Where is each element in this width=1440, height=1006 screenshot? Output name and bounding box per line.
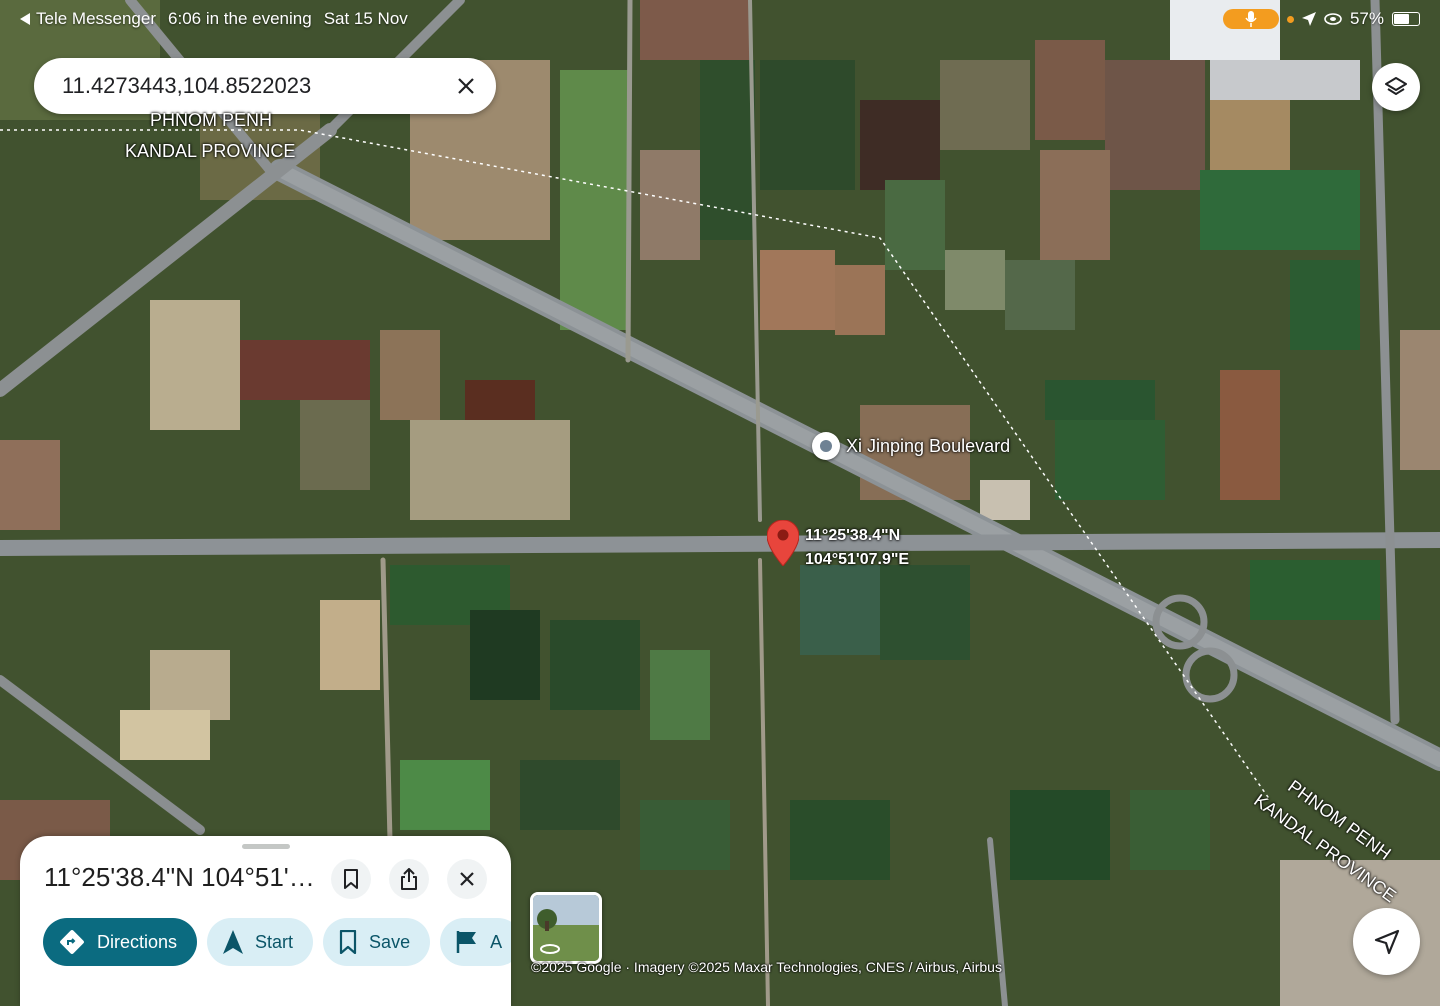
- pin-coordinates: 11°25'38.4"N 104°51'07.9"E: [805, 524, 909, 572]
- save-label: Save: [369, 931, 411, 952]
- back-triangle-icon: [20, 13, 30, 25]
- battery-icon: [1392, 12, 1420, 26]
- bookmark-button[interactable]: [331, 859, 371, 899]
- location-arrow-icon: [1301, 12, 1316, 26]
- street-view-thumbnail[interactable]: [530, 892, 602, 964]
- navigation-arrow-icon: [223, 930, 244, 954]
- poi-marker-icon: [812, 432, 840, 460]
- mic-indicator: [1222, 9, 1279, 29]
- save-button[interactable]: Save: [323, 918, 431, 966]
- search-bar[interactable]: 11.4273443,104.8522023: [34, 58, 496, 114]
- sheet-drag-handle[interactable]: [242, 844, 290, 849]
- battery-percent: 57%: [1349, 9, 1384, 28]
- navigation-icon: [1374, 929, 1399, 954]
- layers-icon: [1385, 77, 1407, 95]
- boundary-label-top-2: KANDAL PROVINCE: [125, 141, 296, 161]
- bookmark-icon: [339, 930, 357, 954]
- directions-label: Directions: [97, 931, 178, 952]
- directions-icon: [60, 930, 84, 954]
- layers-button[interactable]: [1372, 63, 1420, 111]
- bookmark-icon: [344, 869, 358, 889]
- share-button[interactable]: [389, 859, 429, 899]
- pin-longitude: 104°51'07.9"E: [805, 551, 910, 568]
- back-app-link[interactable]: Tele Messenger: [20, 9, 156, 29]
- pin-latitude: 11°25'38.4"N: [805, 527, 901, 544]
- dropped-pin-icon[interactable]: [767, 520, 799, 566]
- navigation-button[interactable]: [1353, 908, 1420, 975]
- flag-icon: [456, 931, 477, 953]
- action-chips: Directions Start Save A: [43, 918, 511, 966]
- place-title: 11°25'38.4"N 104°51'0...: [44, 862, 319, 892]
- search-clear-button[interactable]: [446, 66, 486, 106]
- microphone-icon: [1245, 11, 1257, 27]
- add-label-button[interactable]: A: [440, 918, 511, 966]
- orange-dot-icon: [1286, 15, 1294, 23]
- poi-xi-jinping-boulevard[interactable]: Xi Jinping Boulevard: [812, 432, 1010, 460]
- close-icon: [458, 78, 474, 94]
- add-label-label: A: [490, 931, 503, 952]
- start-button[interactable]: Start: [207, 918, 314, 966]
- status-time: 6:06 in the evening: [168, 9, 312, 28]
- poi-label: Xi Jinping Boulevard: [846, 435, 1011, 456]
- close-icon: [460, 872, 474, 886]
- map-attribution: ©2025 Google · Imagery ©2025 Maxar Techn…: [531, 959, 1002, 975]
- boundary-label-top-1: PHNOM PENH: [150, 110, 273, 130]
- share-icon: [401, 868, 417, 890]
- link-icon: [1324, 13, 1342, 25]
- status-date: Sat 15 Nov: [323, 9, 408, 28]
- close-sheet-button[interactable]: [447, 859, 487, 899]
- place-sheet[interactable]: 11°25'38.4"N 104°51'0... Directions Star…: [20, 836, 511, 1006]
- street-view-preview-image: [533, 895, 599, 961]
- search-input[interactable]: 11.4273443,104.8522023: [62, 73, 446, 99]
- directions-button[interactable]: Directions: [43, 918, 198, 966]
- status-bar: Tele Messenger 6:06 in the evening Sat 1…: [0, 0, 1440, 38]
- back-app-label: Tele Messenger: [36, 9, 157, 28]
- start-label: Start: [255, 931, 294, 952]
